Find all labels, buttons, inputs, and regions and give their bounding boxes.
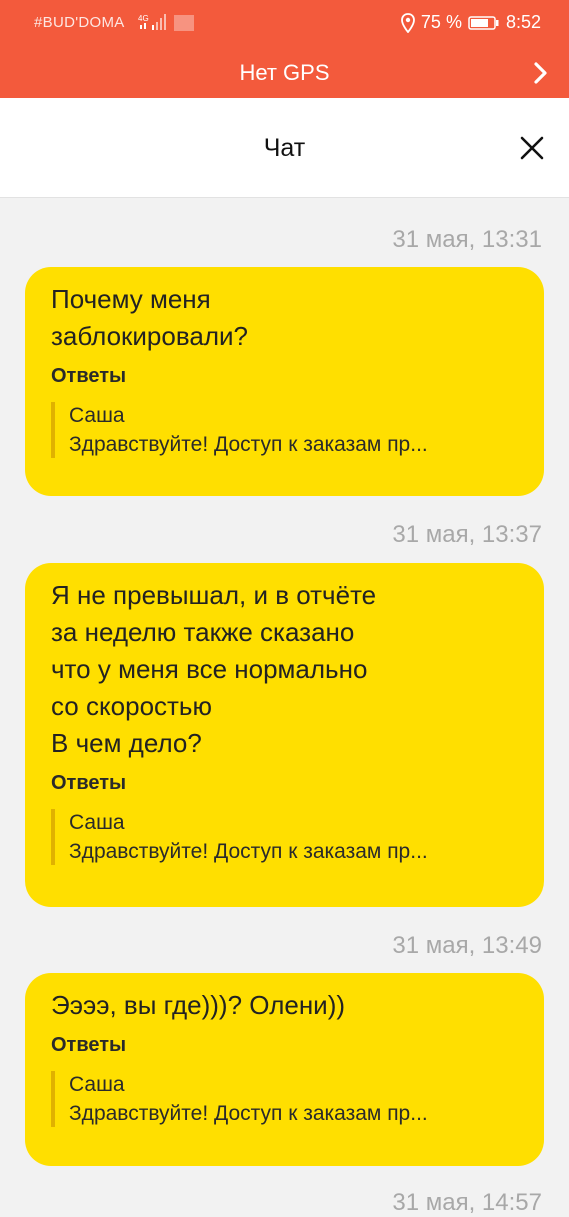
answers-label: Ответы bbox=[51, 772, 127, 794]
carrier-label: #BUD'DOMA bbox=[34, 14, 125, 31]
close-icon[interactable] bbox=[519, 135, 545, 161]
message-text: Почему меня заблокировали? bbox=[51, 284, 248, 351]
reply-author: Саша bbox=[69, 404, 125, 427]
chat-header: Чат bbox=[0, 98, 569, 198]
signal-icon: 4G bbox=[138, 14, 194, 31]
answers-label: Ответы bbox=[51, 1034, 127, 1056]
message-timestamp: 31 мая, 13:37 bbox=[392, 521, 542, 548]
message-timestamp: 31 мая, 14:57 bbox=[392, 1189, 542, 1216]
reply-author: Саша bbox=[69, 811, 125, 834]
reply-preview[interactable]: Саша Здравствуйте! Доступ к заказам пр..… bbox=[51, 1071, 518, 1129]
message-bubble[interactable]: Ээээ, вы где)))? Олени)) Ответы Саша Здр… bbox=[25, 973, 544, 1166]
reply-text: Здравствуйте! Доступ к заказам пр... bbox=[69, 840, 428, 863]
gps-banner-title: Нет GPS bbox=[239, 60, 330, 85]
battery-percent: 75 % bbox=[420, 12, 462, 32]
message-bubble[interactable]: Почему меня заблокировали? Ответы Саша З… bbox=[25, 267, 544, 496]
reply-text: Здравствуйте! Доступ к заказам пр... bbox=[69, 1102, 428, 1125]
reply-author: Саша bbox=[69, 1073, 125, 1096]
message-bubble[interactable]: Я не превышал, и в отчёте за неделю такж… bbox=[25, 563, 544, 907]
status-bar: #BUD'DOMA 4G 75 % 8:52 bbox=[0, 0, 569, 48]
page-title: Чат bbox=[263, 134, 306, 162]
network-label: 4G bbox=[138, 14, 149, 23]
clock: 8:52 bbox=[505, 12, 541, 32]
reply-preview[interactable]: Саша Здравствуйте! Доступ к заказам пр..… bbox=[51, 809, 518, 867]
chevron-right-icon[interactable] bbox=[533, 62, 549, 84]
message-timestamp: 31 мая, 13:49 bbox=[392, 932, 542, 959]
gps-banner[interactable]: Нет GPS bbox=[0, 48, 569, 98]
message-text: Я не превышал, и в отчёте за неделю такж… bbox=[51, 580, 377, 758]
reply-preview[interactable]: Саша Здравствуйте! Доступ к заказам пр..… bbox=[51, 402, 518, 460]
location-icon bbox=[401, 12, 415, 33]
message-text: Ээээ, вы где)))? Олени)) bbox=[51, 990, 346, 1020]
message-timestamp: 31 мая, 13:31 bbox=[392, 226, 542, 253]
reply-text: Здравствуйте! Доступ к заказам пр... bbox=[69, 433, 428, 456]
battery-icon bbox=[468, 15, 499, 30]
answers-label: Ответы bbox=[51, 365, 127, 387]
